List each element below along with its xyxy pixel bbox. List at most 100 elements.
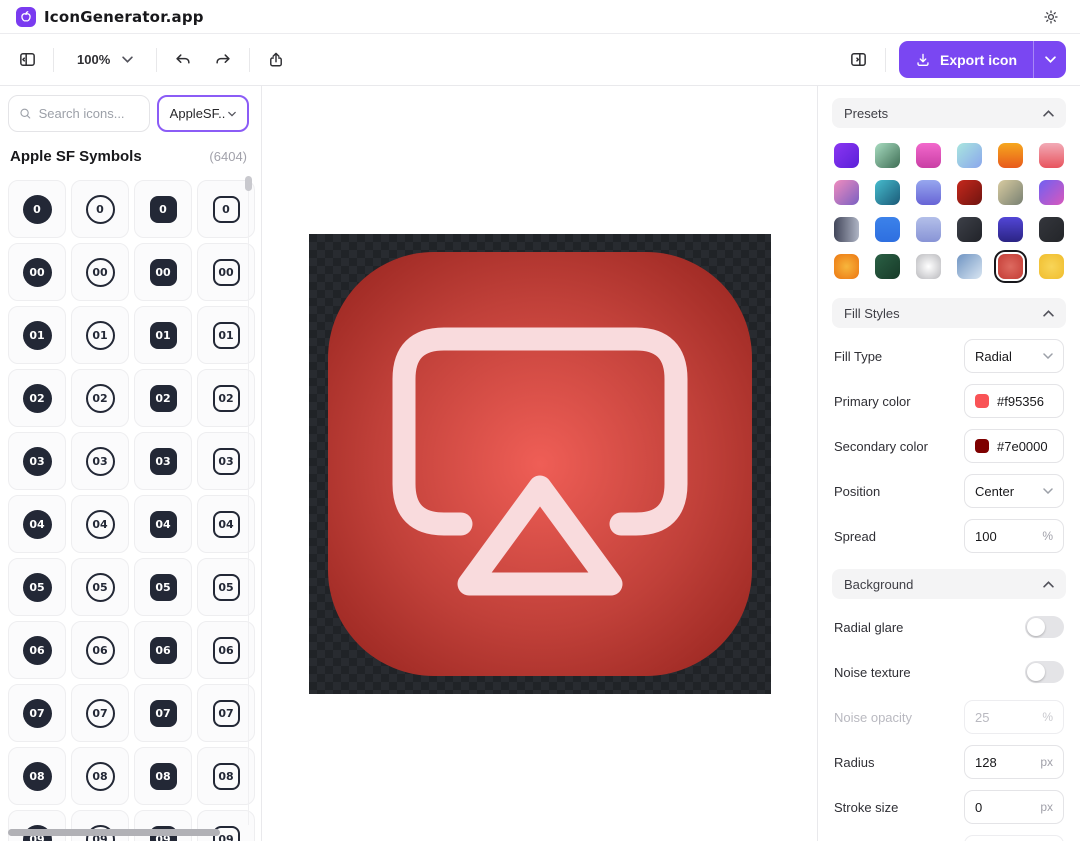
icon-tile-06-square-outline[interactable]: 06 bbox=[197, 621, 255, 679]
icon-tile-02-square-fill[interactable]: 02 bbox=[134, 369, 192, 427]
preset-swatch-11[interactable] bbox=[998, 180, 1023, 205]
icon-tile-00-circle-fill[interactable]: 00 bbox=[8, 243, 66, 301]
preset-swatch-4[interactable] bbox=[957, 143, 982, 168]
icon-tile-04-circle-outline[interactable]: 04 bbox=[71, 495, 129, 553]
icon-tile-0-circle-fill[interactable]: 0 bbox=[8, 180, 66, 238]
radius-input[interactable]: 128 px bbox=[964, 745, 1064, 779]
icon-tile-00-circle-outline[interactable]: 00 bbox=[71, 243, 129, 301]
square-outline-glyph: 05 bbox=[212, 573, 240, 601]
theme-toggle-button[interactable] bbox=[1038, 4, 1064, 30]
preset-swatch-1[interactable] bbox=[834, 143, 859, 168]
preset-swatch-18[interactable] bbox=[1039, 217, 1064, 242]
preset-swatch-19[interactable] bbox=[834, 254, 859, 279]
icon-tile-08-circle-outline[interactable]: 08 bbox=[71, 747, 129, 805]
icon-tile-01-square-outline[interactable]: 01 bbox=[197, 306, 255, 364]
vertical-scrollbar[interactable] bbox=[245, 176, 252, 191]
preset-swatch-17[interactable] bbox=[998, 217, 1023, 242]
presets-section-header[interactable]: Presets bbox=[832, 98, 1066, 128]
icon-tile-01-square-fill[interactable]: 01 bbox=[134, 306, 192, 364]
radial-glare-toggle[interactable] bbox=[1025, 616, 1064, 638]
icon-tile-08-square-fill[interactable]: 08 bbox=[134, 747, 192, 805]
preset-swatch-16[interactable] bbox=[957, 217, 982, 242]
icon-tile-09-circle-fill[interactable]: 09 bbox=[8, 810, 66, 841]
preset-swatch-7[interactable] bbox=[834, 180, 859, 205]
upload-button[interactable] bbox=[263, 47, 289, 73]
square-outline-glyph: 00 bbox=[212, 258, 240, 286]
icon-tile-07-square-outline[interactable]: 07 bbox=[197, 684, 255, 742]
preset-swatch-9[interactable] bbox=[916, 180, 941, 205]
icon-tile-01-circle-fill[interactable]: 01 bbox=[8, 306, 66, 364]
icon-tile-05-square-outline[interactable]: 05 bbox=[197, 558, 255, 616]
spread-input[interactable]: 100 % bbox=[964, 519, 1064, 553]
icon-tile-02-circle-outline[interactable]: 02 bbox=[71, 369, 129, 427]
primary-color-input[interactable]: #f95356 bbox=[964, 384, 1064, 418]
generated-icon-preview[interactable] bbox=[327, 251, 752, 676]
preset-swatch-13[interactable] bbox=[834, 217, 859, 242]
preset-swatch-15[interactable] bbox=[916, 217, 941, 242]
icon-tile-03-square-outline[interactable]: 03 bbox=[197, 432, 255, 490]
icon-tile-06-square-fill[interactable]: 06 bbox=[134, 621, 192, 679]
icon-tile-0-circle-outline[interactable]: 0 bbox=[71, 180, 129, 238]
icon-tile-0-square-fill[interactable]: 0 bbox=[134, 180, 192, 238]
zoom-control[interactable]: 100% bbox=[67, 52, 143, 67]
library-select[interactable]: AppleSF.. bbox=[157, 95, 249, 132]
preset-swatch-23[interactable] bbox=[998, 254, 1023, 279]
icon-tile-00-square-outline[interactable]: 00 bbox=[197, 243, 255, 301]
preset-swatch-10[interactable] bbox=[957, 180, 982, 205]
export-options-button[interactable] bbox=[1033, 41, 1066, 78]
icon-tile-09-square-fill[interactable]: 09 bbox=[134, 810, 192, 841]
icon-tile-08-circle-fill[interactable]: 08 bbox=[8, 747, 66, 805]
icon-tile-00-square-fill[interactable]: 00 bbox=[134, 243, 192, 301]
icon-tile-07-circle-fill[interactable]: 07 bbox=[8, 684, 66, 742]
redo-button[interactable] bbox=[210, 47, 236, 73]
icon-tile-09-square-outline[interactable]: 09 bbox=[197, 810, 255, 841]
position-select[interactable]: Center bbox=[964, 474, 1064, 508]
icon-tile-09-circle-outline[interactable]: 09 bbox=[71, 810, 129, 841]
export-icon-button[interactable]: Export icon bbox=[899, 41, 1033, 78]
horizontal-scrollbar[interactable] bbox=[8, 829, 220, 836]
icon-tile-04-square-outline[interactable]: 04 bbox=[197, 495, 255, 553]
download-icon bbox=[917, 53, 929, 66]
preset-swatch-22[interactable] bbox=[957, 254, 982, 279]
preset-swatch-14[interactable] bbox=[875, 217, 900, 242]
icon-tile-01-circle-outline[interactable]: 01 bbox=[71, 306, 129, 364]
preset-swatch-3[interactable] bbox=[916, 143, 941, 168]
preset-swatch-20[interactable] bbox=[875, 254, 900, 279]
icon-tile-04-square-fill[interactable]: 04 bbox=[134, 495, 192, 553]
secondary-color-swatch[interactable] bbox=[975, 439, 989, 453]
preset-swatch-2[interactable] bbox=[875, 143, 900, 168]
fill-styles-section-header[interactable]: Fill Styles bbox=[832, 298, 1066, 328]
icon-tile-07-circle-outline[interactable]: 07 bbox=[71, 684, 129, 742]
icon-tile-05-circle-fill[interactable]: 05 bbox=[8, 558, 66, 616]
search-input[interactable] bbox=[38, 106, 139, 121]
icon-tile-06-circle-fill[interactable]: 06 bbox=[8, 621, 66, 679]
icon-tile-02-circle-fill[interactable]: 02 bbox=[8, 369, 66, 427]
preset-swatch-21[interactable] bbox=[916, 254, 941, 279]
preset-swatch-8[interactable] bbox=[875, 180, 900, 205]
square-fill-glyph: 03 bbox=[149, 447, 177, 475]
preset-swatch-24[interactable] bbox=[1039, 254, 1064, 279]
primary-color-swatch[interactable] bbox=[975, 394, 989, 408]
secondary-color-input[interactable]: #7e0000 bbox=[964, 429, 1064, 463]
icon-tile-03-circle-outline[interactable]: 03 bbox=[71, 432, 129, 490]
library-value: AppleSF.. bbox=[169, 106, 226, 121]
preset-swatch-6[interactable] bbox=[1039, 143, 1064, 168]
icon-tile-03-circle-fill[interactable]: 03 bbox=[8, 432, 66, 490]
icon-tile-06-circle-outline[interactable]: 06 bbox=[71, 621, 129, 679]
fill-type-select[interactable]: Radial bbox=[964, 339, 1064, 373]
undo-button[interactable] bbox=[170, 47, 196, 73]
toggle-left-panel-button[interactable] bbox=[14, 47, 40, 73]
icon-tile-07-square-fill[interactable]: 07 bbox=[134, 684, 192, 742]
toggle-right-panel-button[interactable] bbox=[846, 47, 872, 73]
background-section-header[interactable]: Background bbox=[832, 569, 1066, 599]
icon-tile-03-square-fill[interactable]: 03 bbox=[134, 432, 192, 490]
icon-tile-05-circle-outline[interactable]: 05 bbox=[71, 558, 129, 616]
icon-tile-08-square-outline[interactable]: 08 bbox=[197, 747, 255, 805]
noise-texture-toggle[interactable] bbox=[1025, 661, 1064, 683]
preset-swatch-12[interactable] bbox=[1039, 180, 1064, 205]
stroke-size-input[interactable]: 0 px bbox=[964, 790, 1064, 824]
icon-tile-02-square-outline[interactable]: 02 bbox=[197, 369, 255, 427]
preset-swatch-5[interactable] bbox=[998, 143, 1023, 168]
icon-tile-04-circle-fill[interactable]: 04 bbox=[8, 495, 66, 553]
icon-tile-05-square-fill[interactable]: 05 bbox=[134, 558, 192, 616]
